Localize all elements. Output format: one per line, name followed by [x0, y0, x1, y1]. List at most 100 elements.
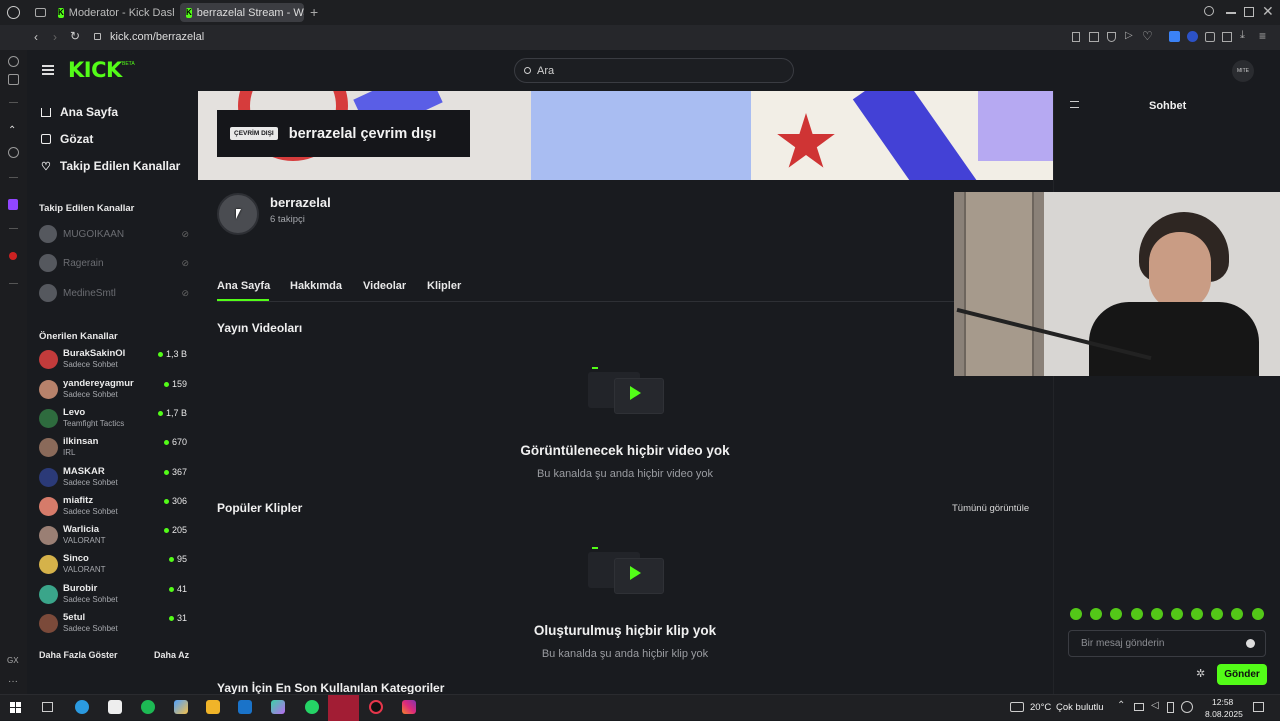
emote-icon[interactable] — [1090, 608, 1102, 620]
recommended-channel[interactable]: miafitz Sadece Sohbet 306 — [39, 494, 187, 520]
followed-channel[interactable]: Ragerain ⊘ — [39, 254, 189, 272]
extension-icon[interactable] — [1205, 32, 1215, 42]
offline-icon: ⊘ — [181, 287, 189, 298]
emote-icon[interactable] — [1171, 608, 1183, 620]
heart-outline-icon[interactable]: ♡ — [1142, 29, 1153, 43]
followed-channel-name: MUGOIKAAN — [63, 228, 125, 240]
avatar — [39, 614, 58, 633]
chat-settings-icon[interactable]: ✲ — [1196, 667, 1205, 680]
windows-start-icon[interactable] — [10, 702, 21, 713]
weather-desc[interactable]: Çok bulutlu — [1056, 702, 1104, 713]
recommended-channel[interactable]: Warlicia VALORANT 205 — [39, 523, 187, 549]
recommended-channel[interactable]: yandereyagmur Sadece Sohbet 159 — [39, 377, 187, 403]
followed-channel[interactable]: MedineSmtl ⊘ — [39, 284, 189, 302]
emote-icon[interactable] — [1211, 608, 1223, 620]
more-icon[interactable]: ··· — [8, 676, 18, 687]
kick-sidebar-icon[interactable]: ⌃ — [8, 125, 16, 136]
wallet-icon[interactable] — [1222, 32, 1232, 42]
instagram-icon[interactable] — [402, 700, 416, 714]
tab-stream[interactable]: K berrazelal Stream - Watc — [180, 3, 304, 22]
emoji-picker-icon[interactable] — [1246, 639, 1255, 648]
tab-videos[interactable]: Videolar — [363, 280, 406, 292]
active-app-highlight[interactable] — [328, 695, 359, 721]
recommended-channel[interactable]: 5etul Sadece Sohbet 31 — [39, 611, 187, 637]
outlook-icon[interactable] — [238, 700, 252, 714]
workspaces-icon[interactable] — [35, 8, 46, 17]
opera-gx-icon[interactable] — [369, 700, 383, 714]
battery-icon[interactable] — [1167, 702, 1174, 713]
show-less-link[interactable]: Daha Az — [154, 650, 189, 660]
file-explorer-icon[interactable] — [206, 700, 220, 714]
show-more-link[interactable]: Daha Fazla Göster — [39, 650, 118, 660]
search-input[interactable]: Ara — [514, 58, 794, 83]
game-icon[interactable]: GX — [7, 656, 19, 665]
recommended-channel[interactable]: Sinco VALORANT 95 — [39, 552, 187, 578]
network-icon[interactable] — [1134, 703, 1144, 711]
emote-icon[interactable] — [1252, 608, 1264, 620]
extension-blue-icon[interactable] — [1169, 31, 1180, 42]
tray-chevron-icon[interactable]: ⌃ — [1117, 700, 1125, 711]
avatar — [39, 284, 57, 302]
menu-more-icon[interactable]: ≡ — [1259, 29, 1266, 43]
extension-round-icon[interactable] — [1187, 31, 1198, 42]
recommended-channel[interactable]: MASKAR Sadece Sohbet 367 — [39, 465, 187, 491]
recommended-channel[interactable]: BurakSakinOl Sadece Sohbet 1,3 B — [39, 347, 187, 373]
tab-clips[interactable]: Klipler — [427, 280, 461, 292]
recommended-channel[interactable]: Burobir Sadece Sohbet 41 — [39, 582, 187, 608]
recommended-channel[interactable]: Levo Teamfight Tactics 1,7 B — [39, 406, 187, 432]
tab-about[interactable]: Hakkımda — [290, 280, 342, 292]
emote-icon[interactable] — [1110, 608, 1122, 620]
tab-moderator[interactable]: K Moderator - Kick Dashbo — [52, 3, 174, 22]
user-avatar[interactable]: MITE — [1232, 60, 1254, 82]
emote-icon[interactable] — [1131, 608, 1143, 620]
language-icon[interactable] — [1181, 701, 1193, 713]
spotify-icon[interactable] — [141, 700, 155, 714]
twitch-icon[interactable] — [8, 199, 18, 210]
ai-icon[interactable] — [8, 74, 19, 85]
emote-icon[interactable] — [1231, 608, 1243, 620]
shield-icon[interactable] — [1107, 32, 1116, 42]
globe-icon[interactable] — [8, 147, 19, 158]
store-icon[interactable] — [108, 700, 122, 714]
weather-temp[interactable]: 20°C — [1030, 702, 1051, 713]
maximize-icon[interactable] — [1244, 7, 1254, 17]
reload-icon[interactable]: ↻ — [70, 29, 80, 43]
emote-icon[interactable] — [1070, 608, 1082, 620]
tab-home[interactable]: Ana Sayfa — [217, 280, 270, 292]
kick-logo[interactable]: KICK — [68, 58, 122, 82]
back-icon[interactable]: ‹ — [34, 30, 38, 44]
emote-icon[interactable] — [1151, 608, 1163, 620]
nav-following[interactable]: ♡ Takip Edilen Kanallar — [41, 159, 180, 173]
minimize-icon[interactable] — [1226, 12, 1236, 14]
task-view-icon[interactable] — [42, 702, 53, 712]
nav-browse[interactable]: Gözat — [41, 132, 93, 146]
screenshot-icon[interactable] — [1089, 32, 1099, 42]
close-window-icon[interactable]: ✕ — [1262, 3, 1274, 20]
search-tabs-icon[interactable] — [1204, 6, 1214, 16]
url-field[interactable]: kick.com/berrazelal — [110, 31, 204, 43]
followed-channel[interactable]: MUGOIKAAN ⊘ — [39, 225, 189, 243]
clock-date[interactable]: 8.08.2025 — [1205, 709, 1243, 719]
forward-icon[interactable]: › — [53, 30, 57, 44]
app-gradient-icon[interactable] — [174, 700, 188, 714]
new-tab-icon[interactable]: + — [310, 4, 318, 20]
download-icon[interactable]: ⤓ — [1240, 29, 1245, 42]
clock-time[interactable]: 12:58 — [1212, 697, 1233, 707]
copilot-icon[interactable] — [271, 700, 285, 714]
notifications-icon[interactable] — [1253, 702, 1264, 712]
collapse-chat-icon[interactable] — [1070, 101, 1079, 108]
bookmark-icon[interactable] — [1072, 32, 1080, 42]
recommended-channel[interactable]: ilkinsan IRL 670 — [39, 435, 187, 461]
volume-icon[interactable]: ◁ — [1151, 700, 1159, 711]
emote-icon[interactable] — [1191, 608, 1203, 620]
whatsapp-icon[interactable] — [305, 700, 319, 714]
chat-message-input[interactable]: Bir mesaj gönderin — [1068, 630, 1266, 657]
clips-view-all-link[interactable]: Tümünü görüntüle — [952, 503, 1029, 514]
edge-icon[interactable] — [75, 700, 89, 714]
send-button[interactable]: Gönder — [1217, 664, 1267, 685]
history-icon[interactable] — [8, 56, 19, 67]
browser-logo-icon[interactable] — [7, 6, 20, 19]
app-red-icon[interactable] — [9, 252, 17, 260]
play-icon[interactable]: ▷ — [1125, 30, 1133, 41]
nav-home[interactable]: Ana Sayfa — [41, 105, 118, 119]
